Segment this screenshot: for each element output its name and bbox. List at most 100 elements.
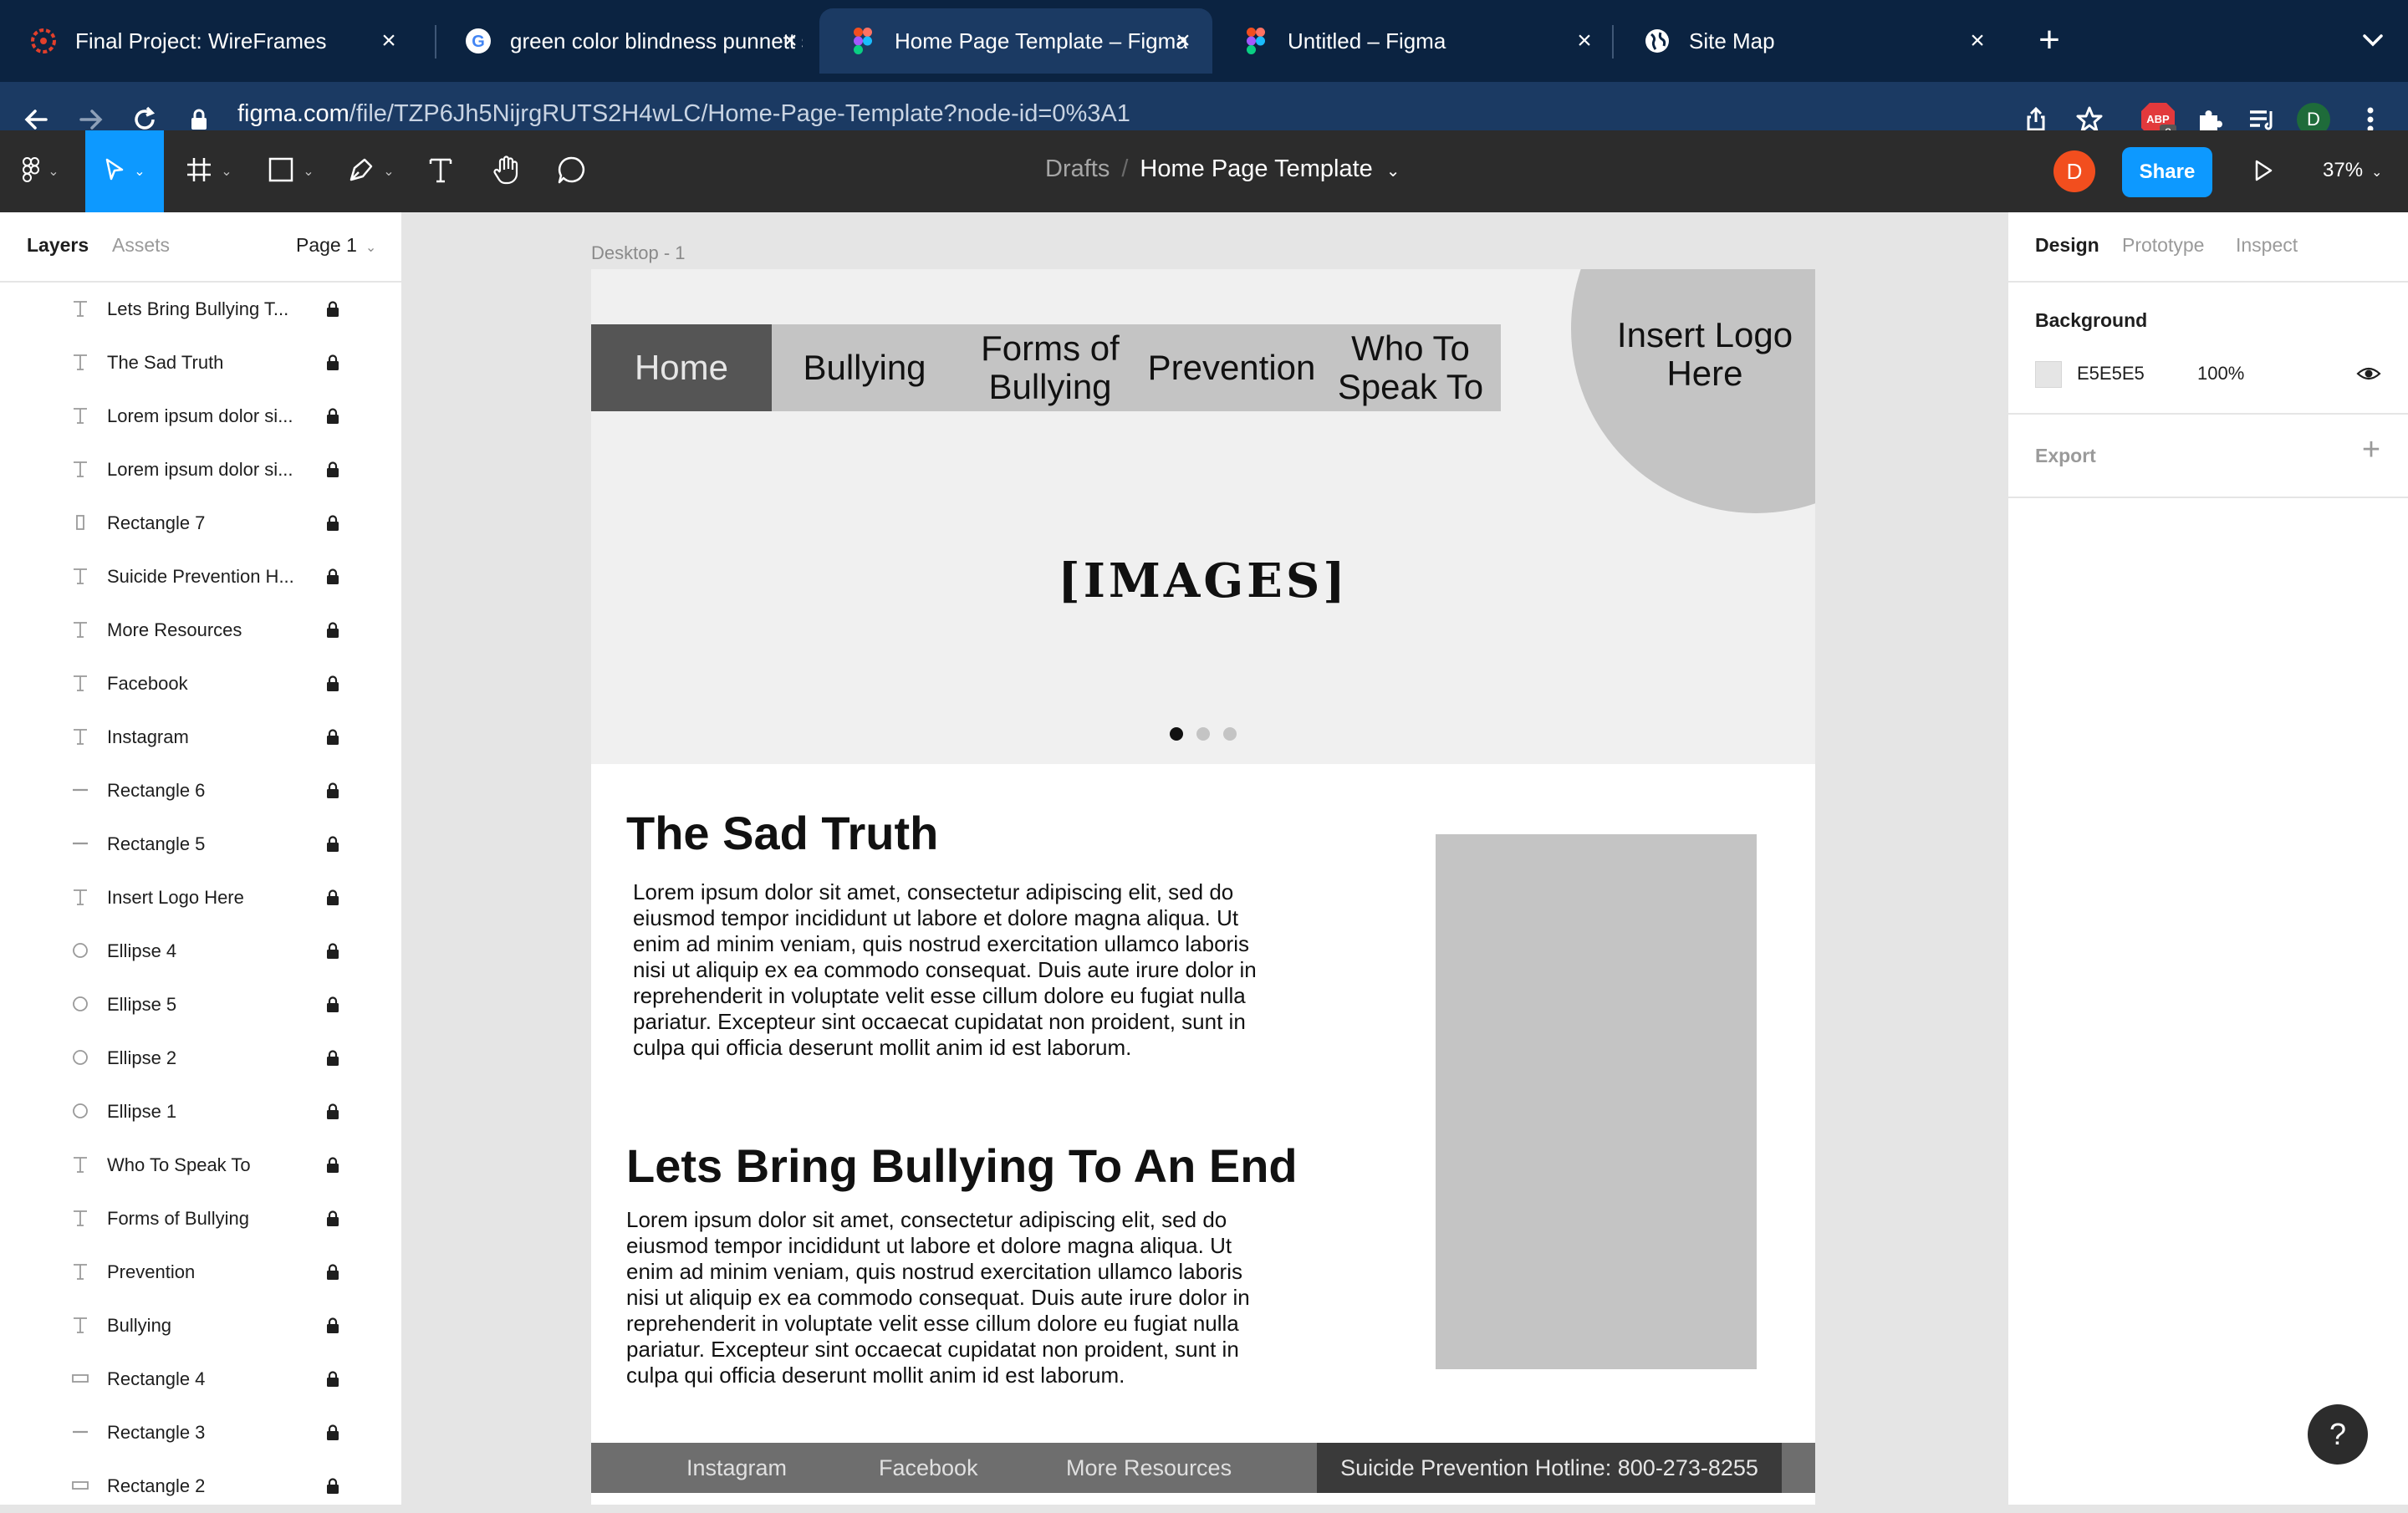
lock-icon[interactable] [326, 782, 339, 799]
layer-row[interactable]: Ellipse 5 [0, 978, 401, 1032]
hero-section[interactable]: Home Bullying Forms of Bullying Preventi… [591, 269, 1815, 764]
new-tab-button[interactable]: + [2032, 22, 2067, 59]
lock-icon[interactable] [326, 515, 339, 532]
lock-icon[interactable] [326, 1317, 339, 1334]
lock-icon[interactable] [326, 461, 339, 478]
layer-row[interactable]: Instagram [0, 711, 401, 764]
lock-icon[interactable] [326, 301, 339, 318]
breadcrumb-drafts[interactable]: Drafts [1045, 155, 1110, 182]
layer-row[interactable]: Rectangle 6 [0, 764, 401, 818]
footer-instagram[interactable]: Instagram [686, 1443, 787, 1493]
logo-placeholder-text[interactable]: Insert Logo Here [1613, 316, 1797, 393]
layer-row[interactable]: Rectangle 7 [0, 497, 401, 550]
lock-icon[interactable] [326, 1264, 339, 1281]
footer-bar[interactable]: Instagram Facebook More Resources Suicid… [591, 1443, 1815, 1493]
layer-row[interactable]: Rectangle 5 [0, 818, 401, 871]
help-button[interactable]: ? [2308, 1404, 2368, 1465]
nav-bullying[interactable]: Bullying [772, 324, 957, 411]
zoom-level[interactable]: 37% ⌄ [2323, 159, 2382, 182]
layer-row[interactable]: Rectangle 3 [0, 1406, 401, 1460]
close-icon[interactable]: × [1171, 28, 1196, 53]
heading-end-bullying[interactable]: Lets Bring Bullying To An End [626, 1139, 1298, 1193]
tab-search-chevron-icon[interactable] [2358, 25, 2388, 55]
shape-tool[interactable]: ⌄ [258, 130, 324, 212]
close-icon[interactable]: × [778, 28, 803, 53]
lock-icon[interactable] [326, 1050, 339, 1067]
close-icon[interactable]: × [376, 28, 401, 53]
layer-row[interactable]: Lorem ipsum dolor si... [0, 443, 401, 497]
nav-bar[interactable]: Home Bullying Forms of Bullying Preventi… [591, 324, 1501, 411]
canvas[interactable]: Desktop - 1 Home Bullying Forms of Bully… [403, 212, 2005, 1505]
layer-row[interactable]: Facebook [0, 657, 401, 711]
browser-tab-wireframes[interactable]: Final Project: WireFrames × [0, 8, 418, 74]
paragraph-sad-truth[interactable]: Lorem ipsum dolor sit amet, consectetur … [633, 879, 1285, 1061]
background-color-swatch[interactable] [2035, 361, 2062, 388]
lock-icon[interactable] [326, 943, 339, 960]
share-button[interactable]: Share [2122, 147, 2212, 197]
lock-icon[interactable] [326, 1424, 339, 1441]
background-hex-input[interactable]: E5E5E5 [2077, 363, 2145, 385]
hand-tool[interactable] [483, 130, 530, 212]
chevron-down-icon[interactable]: ⌄ [1386, 162, 1400, 181]
lock-icon[interactable] [326, 1371, 339, 1388]
frame-tool[interactable]: ⌄ [176, 130, 242, 212]
lock-icon[interactable] [326, 622, 339, 639]
layer-row[interactable]: The Sad Truth [0, 336, 401, 390]
layer-row[interactable]: Ellipse 1 [0, 1085, 401, 1139]
lock-icon[interactable] [326, 1210, 339, 1227]
nav-prevention[interactable]: Prevention [1143, 324, 1320, 411]
figma-main-menu[interactable]: ⌄ [12, 130, 70, 212]
lock-icon[interactable] [326, 729, 339, 746]
url-text[interactable]: figma.com/file/TZP6Jh5NijrgRUTS2H4wLC/Ho… [237, 100, 1130, 128]
layer-row[interactable]: Ellipse 2 [0, 1032, 401, 1085]
layer-row[interactable]: Prevention [0, 1246, 401, 1299]
lock-icon[interactable] [326, 408, 339, 425]
side-image-placeholder[interactable] [1436, 834, 1757, 1369]
footer-more-resources[interactable]: More Resources [1066, 1443, 1232, 1493]
user-avatar[interactable]: D [2053, 150, 2095, 192]
layer-row[interactable]: Bullying [0, 1299, 401, 1353]
lock-icon[interactable] [326, 675, 339, 692]
frame-label[interactable]: Desktop - 1 [591, 242, 686, 264]
file-name[interactable]: Home Page Template [1140, 155, 1372, 182]
layer-row[interactable]: Ellipse 4 [0, 925, 401, 978]
close-icon[interactable]: × [1572, 28, 1597, 53]
layer-row[interactable]: Rectangle 2 [0, 1460, 401, 1513]
export-section-title[interactable]: Export [2035, 445, 2096, 467]
carousel-dot-2[interactable] [1196, 727, 1210, 741]
page-selector[interactable]: Page 1 ⌄ [296, 234, 376, 257]
layer-row[interactable]: Lets Bring Bullying T... [0, 283, 401, 336]
lock-icon[interactable] [326, 1478, 339, 1495]
layer-row[interactable]: Rectangle 4 [0, 1353, 401, 1406]
lock-icon[interactable] [326, 889, 339, 906]
layer-row[interactable]: More Resources [0, 604, 401, 657]
desktop-frame[interactable]: Home Bullying Forms of Bullying Preventi… [591, 269, 1815, 1505]
pen-tool[interactable]: ⌄ [338, 130, 405, 212]
comment-tool[interactable] [548, 130, 595, 212]
footer-hotline[interactable]: Suicide Prevention Hotline: 800-273-8255 [1317, 1443, 1782, 1493]
lock-icon[interactable] [326, 836, 339, 853]
add-export-plus-icon[interactable]: + [2356, 434, 2386, 466]
tab-inspect[interactable]: Inspect [2236, 234, 2298, 257]
close-icon[interactable]: × [1965, 28, 1990, 53]
paragraph-end-bullying[interactable]: Lorem ipsum dolor sit amet, consectetur … [626, 1207, 1278, 1388]
lock-icon[interactable] [326, 354, 339, 371]
nav-who-to-speak-to[interactable]: Who To Speak To [1320, 324, 1501, 411]
lock-icon[interactable] [326, 1103, 339, 1120]
nav-forms-of-bullying[interactable]: Forms of Bullying [957, 324, 1143, 411]
visibility-eye-icon[interactable] [2356, 361, 2381, 386]
browser-tab-home-page-template[interactable]: Home Page Template – Figma × [819, 8, 1212, 74]
lock-icon[interactable] [326, 1157, 339, 1174]
layer-row[interactable]: Insert Logo Here [0, 871, 401, 925]
heading-sad-truth[interactable]: The Sad Truth [626, 806, 938, 860]
layer-row[interactable]: Lorem ipsum dolor si... [0, 390, 401, 443]
move-tool[interactable]: ⌄ [85, 130, 164, 212]
browser-tab-site-map[interactable]: Site Map × [1614, 8, 2007, 74]
carousel-dot-3[interactable] [1223, 727, 1237, 741]
browser-tab-google[interactable]: G green color blindness punnett s × [435, 8, 819, 74]
footer-facebook[interactable]: Facebook [879, 1443, 978, 1493]
tab-assets[interactable]: Assets [112, 234, 170, 257]
browser-tab-untitled-figma[interactable]: Untitled – Figma × [1212, 8, 1614, 74]
tab-layers[interactable]: Layers [27, 234, 89, 257]
carousel-dot-1[interactable] [1170, 727, 1183, 741]
